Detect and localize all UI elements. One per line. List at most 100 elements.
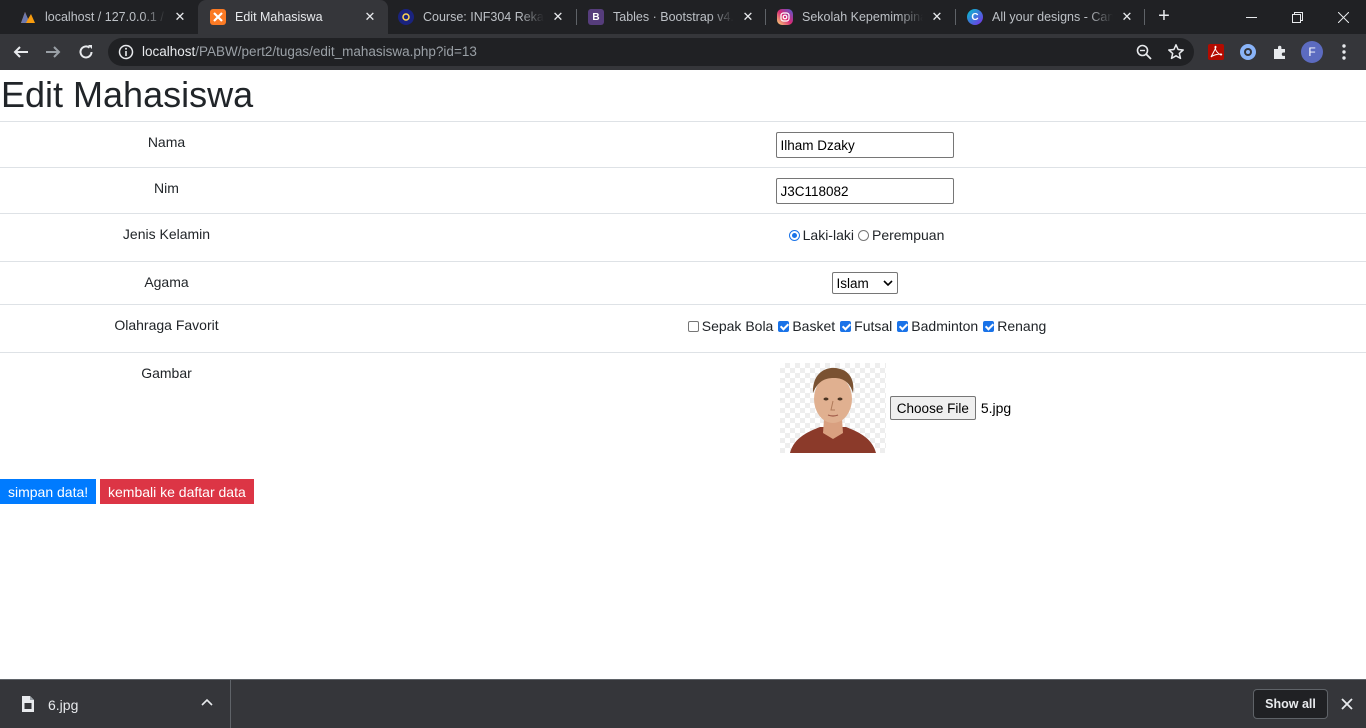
profile-avatar[interactable]: F — [1301, 41, 1323, 63]
form-row-nim: Nim — [0, 167, 1366, 214]
download-item[interactable]: 6.jpg — [0, 680, 231, 728]
reload-icon[interactable] — [74, 40, 98, 64]
tab-title: Sekolah Kepemimpinan — [802, 10, 923, 24]
tab-title: Course: INF304 Rekayas — [423, 10, 544, 24]
tab-divider — [576, 9, 577, 25]
tab-title: localhost / 127.0.0.1 / p — [45, 10, 166, 24]
restore-icon[interactable] — [1274, 0, 1320, 34]
vpn-extension-icon[interactable] — [1238, 42, 1258, 62]
nim-input[interactable] — [775, 178, 954, 204]
renang-label[interactable]: Renang — [997, 318, 1046, 334]
form-row-gambar: Gambar Choose File 5.jpg — [0, 352, 1366, 469]
close-tab-icon[interactable]: ✕ — [740, 9, 756, 25]
download-file-name: 6.jpg — [48, 697, 79, 713]
form-row-nama: Nama — [0, 121, 1366, 168]
tab-divider — [955, 9, 956, 25]
xampp-icon — [210, 9, 226, 25]
chevron-down-icon — [882, 278, 893, 288]
tab-canva[interactable]: C All your designs - Canva ✕ — [955, 0, 1145, 34]
close-tab-icon[interactable]: ✕ — [172, 9, 188, 25]
phpmyadmin-icon — [20, 9, 36, 25]
olahraga-cell: Sepak Bola Basket Futsal Badminton Renan… — [333, 304, 1366, 353]
back-to-list-button[interactable]: kembali ke daftar data — [100, 479, 254, 504]
gambar-cell: Choose File 5.jpg — [333, 352, 1366, 469]
basket-label[interactable]: Basket — [792, 318, 835, 334]
chrome-menu-icon[interactable] — [1334, 42, 1354, 62]
perempuan-radio[interactable] — [857, 229, 869, 241]
back-icon[interactable] — [9, 40, 33, 64]
acrobat-extension-icon[interactable] — [1206, 42, 1226, 62]
close-tab-icon[interactable]: ✕ — [929, 9, 945, 25]
file-icon — [22, 696, 34, 712]
new-tab-icon[interactable]: + — [1154, 6, 1174, 27]
url-text: localhost/PABW/pert2/tugas/edit_mahasisw… — [142, 44, 477, 59]
tab-phpmyadmin[interactable]: localhost / 127.0.0.1 / p ✕ — [8, 0, 198, 34]
tab-divider — [765, 9, 766, 25]
agama-cell: Islam — [333, 261, 1366, 305]
show-all-downloads-button[interactable]: Show all — [1253, 689, 1328, 719]
laki-laki-label[interactable]: Laki-laki — [803, 227, 854, 243]
close-tab-icon[interactable]: ✕ — [362, 9, 378, 25]
forward-icon[interactable] — [41, 40, 65, 64]
page-content: Edit Mahasiswa Nama Nim Jenis Kelamin La… — [0, 70, 1366, 679]
tab-bootstrap-tables[interactable]: B Tables · Bootstrap v4.5 ✕ — [576, 0, 766, 34]
close-tab-icon[interactable]: ✕ — [550, 9, 566, 25]
gambar-label: Gambar — [0, 352, 333, 469]
bookmark-star-icon[interactable] — [1167, 43, 1185, 61]
agama-label: Agama — [0, 261, 333, 305]
sepak-bola-label[interactable]: Sepak Bola — [702, 318, 774, 334]
form-row-olahraga: Olahraga Favorit Sepak Bola Basket Futsa… — [0, 304, 1366, 353]
minimize-icon[interactable] — [1228, 0, 1274, 34]
save-button[interactable]: simpan data! — [0, 479, 97, 504]
canva-icon: C — [967, 9, 983, 25]
tab-instagram[interactable]: Sekolah Kepemimpinan ✕ — [765, 0, 955, 34]
nama-input[interactable] — [775, 132, 954, 158]
nim-label: Nim — [0, 167, 333, 214]
address-bar[interactable]: localhost/PABW/pert2/tugas/edit_mahasisw… — [108, 38, 1194, 66]
zoom-icon[interactable] — [1135, 43, 1153, 61]
olahraga-label: Olahraga Favorit — [0, 304, 333, 353]
tab-course-inf304[interactable]: Course: INF304 Rekayas ✕ — [386, 0, 576, 34]
profile-initial: F — [1308, 45, 1316, 59]
extensions-puzzle-icon[interactable] — [1270, 42, 1290, 62]
futsal-checkbox[interactable] — [840, 320, 852, 332]
nama-label: Nama — [0, 121, 333, 168]
edit-form-table: Nama Nim Jenis Kelamin Laki-laki Perempu… — [0, 121, 1366, 469]
url-host: localhost — [142, 44, 196, 59]
tab-edit-mahasiswa[interactable]: Edit Mahasiswa ✕ — [198, 0, 388, 34]
jenis-kelamin-cell: Laki-laki Perempuan — [333, 213, 1366, 262]
profile-photo-image — [779, 363, 886, 453]
page-title: Edit Mahasiswa — [1, 74, 254, 115]
perempuan-label[interactable]: Perempuan — [872, 227, 944, 243]
download-bar: 6.jpg Show all — [0, 679, 1366, 728]
tab-title: All your designs - Canva — [992, 10, 1113, 24]
close-tab-icon[interactable]: ✕ — [1119, 9, 1135, 25]
badminton-checkbox[interactable] — [897, 320, 909, 332]
basket-checkbox[interactable] — [778, 320, 790, 332]
jenis-kelamin-radio-group: Laki-laki Perempuan — [785, 227, 944, 243]
nama-cell — [333, 121, 1366, 168]
selected-file-name: 5.jpg — [980, 400, 1012, 416]
moodle-icon — [398, 9, 414, 25]
close-download-bar-icon[interactable] — [1339, 696, 1355, 712]
olahraga-checkbox-group: Sepak Bola Basket Futsal Badminton Renan… — [683, 318, 1046, 334]
tab-strip: localhost / 127.0.0.1 / p ✕ Edit Mahasis… — [0, 0, 1366, 34]
site-info-icon[interactable] — [118, 44, 134, 60]
gambar-upload-group: Choose File 5.jpg — [779, 363, 1012, 453]
tab-title: Edit Mahasiswa — [235, 10, 323, 24]
form-row-agama: Agama Islam — [0, 261, 1366, 305]
renang-checkbox[interactable] — [983, 320, 995, 332]
badminton-label[interactable]: Badminton — [911, 318, 978, 334]
sepak-bola-checkbox[interactable] — [687, 320, 699, 332]
jenis-kelamin-label: Jenis Kelamin — [0, 213, 333, 262]
futsal-label[interactable]: Futsal — [854, 318, 892, 334]
bootstrap-icon: B — [588, 9, 604, 25]
close-window-icon[interactable] — [1320, 0, 1366, 34]
chevron-up-icon[interactable] — [200, 696, 214, 710]
tab-title: Tables · Bootstrap v4.5 — [613, 10, 734, 24]
choose-file-button[interactable]: Choose File — [889, 396, 976, 420]
agama-select[interactable]: Islam — [831, 272, 898, 294]
agama-selected-value: Islam — [836, 275, 869, 291]
nim-cell — [333, 167, 1366, 214]
laki-laki-radio[interactable] — [788, 229, 800, 241]
